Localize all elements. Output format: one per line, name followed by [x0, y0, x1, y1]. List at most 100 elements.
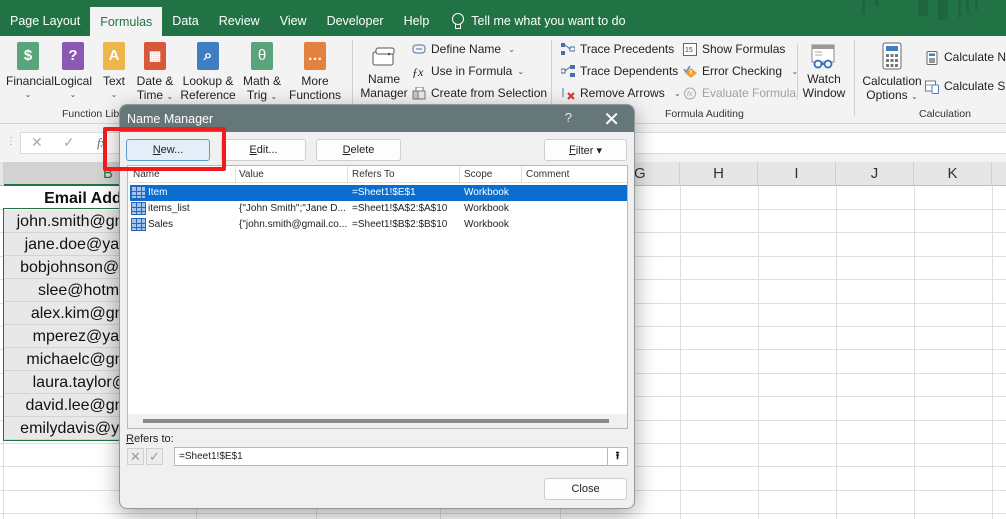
name-list-row[interactable]: Sales {"john.smith@gmail.co... =Sheet1!$B$… — [130, 217, 627, 233]
calculator-icon — [882, 42, 902, 70]
trace-precedents-button[interactable]: Trace Precedents — [561, 42, 674, 56]
chevron-down-icon: ⌄ — [517, 66, 525, 76]
email-cell[interactable]: michaelc@gm — [4, 348, 128, 371]
column-header-j[interactable]: J — [836, 162, 914, 186]
tab-formulas[interactable]: Formulas — [90, 7, 163, 36]
column-refers-to[interactable]: Refers To — [352, 169, 395, 180]
grid-line — [914, 186, 915, 519]
define-name-label: Define Name — [431, 42, 502, 56]
column-header-k[interactable]: K — [914, 162, 992, 186]
refers-to-label: Refers to: — [126, 433, 174, 445]
close-icon[interactable]: ✕ — [603, 107, 620, 132]
confirm-edit-icon[interactable]: ✓ — [146, 448, 163, 465]
help-icon[interactable]: ? — [565, 110, 572, 125]
tab-review[interactable]: Review — [209, 7, 270, 35]
background-decoration — [862, 0, 865, 14]
column-header-l-edge[interactable] — [992, 162, 1006, 186]
more-label-1: More — [301, 74, 329, 88]
chevron-down-icon: ⌄ — [669, 88, 681, 98]
filter-button[interactable]: Filter ▾ — [544, 139, 627, 161]
row-name: items_list — [148, 203, 190, 214]
use-in-formula-button[interactable]: ƒx Use in Formula ⌄ — [412, 64, 525, 79]
cancel-entry-icon[interactable]: ✕ — [31, 134, 43, 151]
email-cell[interactable]: mperez@yah — [4, 325, 128, 348]
refers-to-input[interactable]: =Sheet1!$E$1 ⭱ — [174, 447, 628, 466]
calendar-icon: ▦ — [144, 42, 166, 70]
watch-window-icon — [810, 44, 838, 70]
column-header-i[interactable]: I — [758, 162, 836, 186]
name-list-row[interactable]: Item =Sheet1!$E$1 Workbook — [130, 185, 627, 201]
text-label: Text — [102, 74, 125, 88]
trace-dependents-label: Trace Dependents — [580, 64, 679, 78]
email-cell[interactable]: laura.taylor@ — [4, 371, 128, 394]
date-time-button[interactable]: ▦ Date & Time ⌄ — [134, 42, 176, 104]
chevron-down-icon: ⌄ — [270, 92, 278, 101]
email-cell[interactable]: jane.doe@yah — [4, 233, 128, 256]
grid-line — [0, 513, 1006, 515]
email-cell[interactable]: slee@hotma — [4, 279, 128, 302]
ribbon-tab-bar: Page Layout Formulas Data Review View De… — [0, 0, 1006, 36]
tab-view[interactable]: View — [270, 7, 317, 35]
email-cell[interactable]: david.lee@gm — [4, 394, 128, 417]
collapse-dialog-icon[interactable]: ⭱ — [607, 448, 627, 465]
text-icon: A — [103, 42, 125, 70]
watch-window-label-2: Window — [802, 86, 846, 100]
formula-input[interactable] — [630, 132, 1006, 154]
create-from-selection-button[interactable]: Create from Selection — [412, 86, 547, 100]
create-from-selection-icon — [412, 86, 426, 100]
email-cell[interactable]: john.smith@gm — [4, 210, 128, 233]
tab-data[interactable]: Data — [162, 7, 208, 35]
cell-b1-header[interactable]: Email Addr — [4, 187, 128, 210]
calculation-options-button[interactable]: Calculation Options ⌄ — [862, 42, 922, 104]
confirm-entry-icon[interactable]: ✓ — [63, 134, 75, 151]
chevron-down-icon: ⌄ — [911, 92, 918, 101]
tab-help[interactable]: Help — [394, 7, 440, 35]
cancel-edit-icon[interactable]: ✕ — [127, 448, 144, 465]
grid-line — [3, 441, 4, 519]
tab-developer[interactable]: Developer — [317, 7, 394, 35]
tell-me-search[interactable]: Tell me what you want to do — [439, 7, 626, 35]
edit-button[interactable]: Edit... — [221, 139, 306, 161]
trace-dependents-button[interactable]: Trace Dependents — [560, 64, 679, 78]
horizontal-scrollbar[interactable] — [128, 414, 627, 428]
name-list-row[interactable]: items_list {"John Smith";"Jane D... =Sheet… — [130, 201, 627, 217]
names-list[interactable]: Name Value Refers To Scope Comment Item =… — [127, 165, 628, 429]
email-cell[interactable]: emilydavis@ya — [4, 417, 128, 440]
svg-text:fx: fx — [687, 91, 693, 98]
define-name-button[interactable]: Define Name ⌄ — [412, 42, 515, 56]
group-label-calculation: Calculation — [919, 108, 971, 120]
email-cell[interactable]: alex.kim@gm — [4, 302, 128, 325]
show-formulas-button[interactable]: 15 Show Formulas — [683, 42, 785, 56]
evaluate-formula-button[interactable]: fx Evaluate Formula — [683, 86, 796, 100]
trace-precedents-icon — [561, 42, 576, 56]
financial-button[interactable]: $ Financial ⌄ — [6, 42, 54, 102]
formula-bar-grip-icon[interactable]: ⋮ — [6, 136, 16, 147]
refers-to-value: =Sheet1!$E$1 — [179, 451, 243, 462]
close-button[interactable]: Close — [544, 478, 627, 500]
column-header-h[interactable]: H — [680, 162, 758, 186]
column-scope[interactable]: Scope — [464, 169, 492, 180]
name-manager-label-1: Name — [367, 72, 400, 86]
logical-label: Logical — [53, 74, 93, 88]
text-button[interactable]: A Text ⌄ — [100, 42, 128, 102]
logical-button[interactable]: ? Logical ⌄ — [53, 42, 93, 102]
remove-arrows-button[interactable]: Remove Arrows ⌄ — [561, 86, 681, 100]
calculate-sheet-button[interactable]: Calculate She — [925, 79, 1006, 94]
error-checking-button[interactable]: Error Checking ⌄ — [683, 64, 798, 78]
delete-button[interactable]: Delete — [316, 139, 401, 161]
theta-icon: θ — [251, 42, 273, 70]
column-comment[interactable]: Comment — [526, 169, 569, 180]
scrollbar-thumb[interactable] — [143, 419, 609, 423]
email-cell[interactable]: bobjohnson@g — [4, 256, 128, 279]
column-value[interactable]: Value — [239, 169, 264, 180]
group-divider — [797, 44, 798, 100]
show-formulas-icon: 15 — [683, 42, 697, 56]
calculate-now-button[interactable]: Calculate No — [925, 50, 1006, 65]
name-manager-button[interactable]: Name Manager — [359, 44, 409, 100]
tab-page-layout[interactable]: Page Layout — [0, 7, 90, 35]
row-value: {"john.smith@gmail.co... — [239, 219, 348, 230]
svg-text:15: 15 — [685, 47, 693, 54]
math-trig-button[interactable]: θ Math & Trig ⌄ — [241, 42, 283, 104]
watch-window-button[interactable]: Watch Window — [802, 44, 846, 100]
grid-line — [680, 186, 681, 519]
